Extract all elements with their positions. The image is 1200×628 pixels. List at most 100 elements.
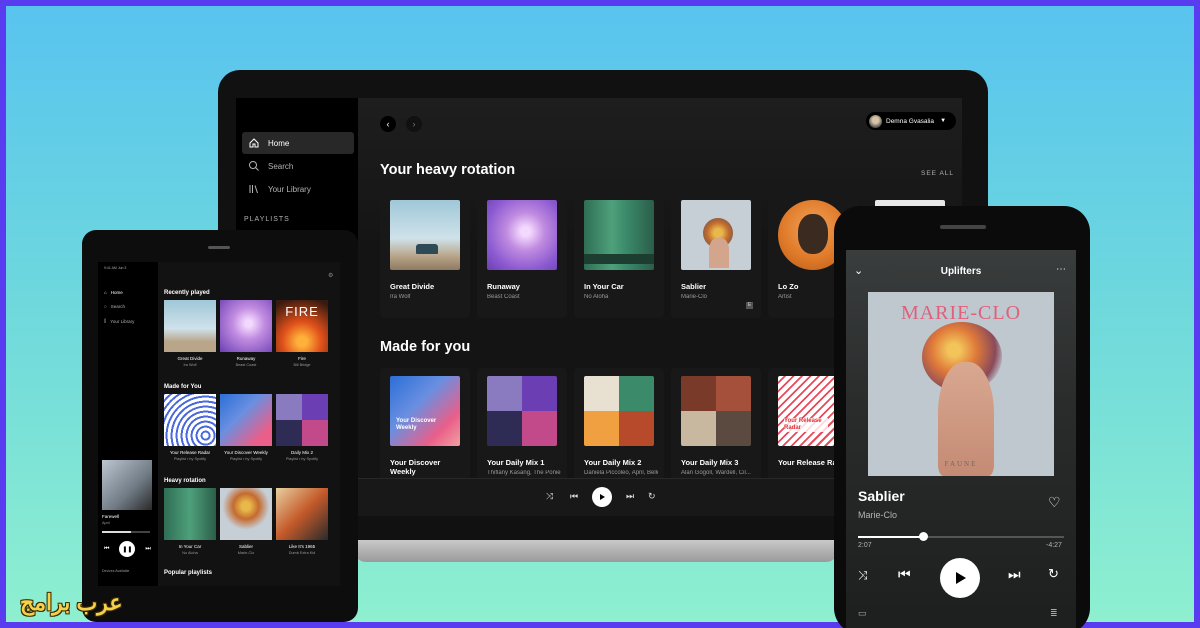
face-shape	[938, 362, 994, 476]
back-button[interactable]: ‹	[380, 116, 396, 132]
album-art	[390, 200, 460, 270]
shuffle-icon[interactable]: ⤨	[546, 491, 553, 502]
shuffle-icon[interactable]: ⤨	[858, 568, 868, 583]
playlist-card[interactable]: Your Daily Mix 3 Alan Gogoll, Wardell, C…	[671, 368, 761, 494]
card-title: Your Release Radar	[169, 450, 211, 455]
tablet-sidebar: 9:41 AM Jun 3 ⌂ Home ○ Search ∥ Your Librar…	[98, 262, 158, 586]
tablet-nav-library[interactable]: ∥ Your Library	[104, 318, 134, 324]
card-title: Great Divide	[177, 356, 203, 361]
car-shape	[416, 244, 438, 254]
tablet-controls: ⏮ ❚❚ ⏭	[102, 541, 156, 557]
playlist-art-text: Your Release Radar	[784, 418, 828, 432]
sidebar-item-library[interactable]: Your Library	[242, 178, 354, 200]
playlist-art	[276, 394, 328, 446]
status-time: 9:41 AM Jun 3	[104, 266, 127, 270]
see-all-link[interactable]: SEE ALL	[921, 170, 954, 177]
play-button[interactable]	[940, 558, 980, 598]
album-card[interactable]: FIRE Fire Bill Bridge	[276, 300, 328, 367]
chevron-right-icon: ›	[412, 119, 416, 129]
playlist-card[interactable]: Your Discover Weekly Playlist • by Spoti…	[220, 394, 272, 461]
section-title-heavy-rotation: Your heavy rotation	[380, 162, 516, 178]
album-card[interactable]: Sablier Marie-Clo E	[671, 192, 761, 318]
album-card[interactable]: Like It's 1965 Dumb Extra Kid	[276, 488, 328, 555]
previous-icon[interactable]: ⏮	[104, 546, 109, 553]
card-title: Runaway	[236, 356, 256, 361]
song-title: Sablier	[858, 488, 905, 504]
card-title: Your Daily Mix 1	[487, 458, 545, 467]
album-card[interactable]: Great Divide Ira Wolf	[380, 192, 470, 318]
play-icon	[600, 494, 605, 500]
progress-handle[interactable]	[919, 532, 929, 541]
card-subtitle: Beast Coast	[235, 363, 257, 367]
previous-icon[interactable]: ⏮	[898, 566, 911, 583]
album-card[interactable]: Sablier Marie-Clo	[220, 488, 272, 555]
album-card[interactable]: Great Divide Ira Wolf	[164, 300, 216, 367]
laptop-base	[354, 540, 838, 562]
more-options-icon[interactable]: ⋯	[1056, 264, 1066, 275]
playlist-art	[681, 376, 751, 446]
playlist-art	[584, 376, 654, 446]
next-icon[interactable]: ⏭	[626, 491, 634, 502]
pause-icon: ❚❚	[122, 546, 133, 553]
card-title: Fire	[298, 356, 306, 361]
card-title: Your Discover Weekly	[390, 458, 441, 476]
card-title: Your Discover Weekly	[224, 450, 268, 455]
tablet-nav-home[interactable]: ⌂ Home	[104, 290, 123, 295]
repeat-icon[interactable]: ↻	[648, 491, 656, 502]
queue-icon[interactable]: ≣	[1050, 608, 1058, 619]
progress-fill	[858, 536, 924, 538]
caret-down-icon: ▼	[940, 118, 947, 124]
card-title: Your Daily Mix 3	[681, 458, 739, 467]
devices-label[interactable]: Devices Available	[102, 569, 156, 573]
home-icon	[249, 138, 259, 148]
home-icon: ⌂	[104, 290, 107, 295]
playlist-card[interactable]: Your Daily Mix 2 Daniela Piccoleo, April…	[574, 368, 664, 494]
playlist-art	[164, 394, 216, 446]
album-art: FIRE	[276, 300, 328, 352]
devices-icon[interactable]: ▭	[858, 608, 867, 619]
album-art	[487, 200, 557, 270]
forward-button[interactable]: ›	[406, 116, 422, 132]
heart-icon[interactable]: ♡	[1048, 494, 1061, 511]
avatar	[869, 114, 882, 128]
artist-name[interactable]: Marie-Clo	[858, 510, 897, 520]
card-subtitle: Dumb Extra Kid	[288, 551, 316, 555]
sidebar-item-search[interactable]: Search	[242, 155, 354, 177]
tablet-nav-search[interactable]: ○ Search	[104, 304, 125, 309]
playlist-card[interactable]: Your Release Radar Playlist • by Spotify	[164, 394, 216, 461]
progress-track[interactable]	[102, 531, 150, 533]
next-icon[interactable]: ⏭	[1008, 566, 1021, 583]
playlist-card[interactable]: Daily Mix 2 Playlist • by Spotify	[276, 394, 328, 461]
now-playing-title: Farewell	[102, 514, 120, 519]
repeat-icon[interactable]: ↻	[1048, 566, 1059, 582]
next-icon[interactable]: ⏭	[145, 546, 150, 553]
phone-screen: ⌄ Uplifters ⋯ MARIE-CLO FAUNE Sablier Ma…	[846, 250, 1076, 628]
tablet-main: ⚙ Recently played Great Divide Ira Wolf …	[158, 262, 340, 586]
sidebar-item-home[interactable]: Home	[242, 132, 354, 154]
playlist-card[interactable]: Your Daily Mix 1 Thiflany Kasang, The Po…	[477, 368, 567, 494]
user-menu[interactable]: Demna Gvasalia ▼	[866, 112, 956, 130]
card-title: Daily Mix 2	[290, 450, 313, 455]
settings-gear-icon[interactable]: ⚙	[328, 272, 333, 279]
playlist-art	[220, 394, 272, 446]
album-card[interactable]: Runaway Beast Coast	[477, 192, 567, 318]
play-button[interactable]	[592, 487, 612, 507]
previous-icon[interactable]: ⏮	[570, 491, 578, 502]
user-name: Demna Gvasalia	[886, 117, 935, 125]
tablet-screen: 9:41 AM Jun 3 ⌂ Home ○ Search ∥ Your Librar…	[98, 262, 340, 586]
watermark-logo: عرب برامج	[20, 590, 123, 615]
album-card[interactable]: Runaway Beast Coast	[220, 300, 272, 367]
album-art	[164, 488, 216, 540]
card-title: In Your Car	[584, 282, 624, 291]
album-card[interactable]: In Your Car No Aloha	[574, 192, 664, 318]
playlists-heading: PLAYLISTS	[244, 216, 290, 223]
card-subtitle: Playlist • by Spotify	[285, 457, 319, 461]
pause-button[interactable]: ❚❚	[119, 541, 136, 557]
now-playing-art[interactable]	[102, 460, 152, 510]
card-title: Runaway	[487, 282, 520, 291]
playlist-art: Your Discover Weekly	[390, 376, 460, 446]
playlist-card[interactable]: Your Discover Weekly Your Discover Weekl…	[380, 368, 470, 494]
album-card[interactable]: In Your Car No Aloha	[164, 488, 216, 555]
card-subtitle: Daniela Piccoleo, April, Belle...	[584, 470, 658, 476]
album-art	[584, 200, 654, 270]
